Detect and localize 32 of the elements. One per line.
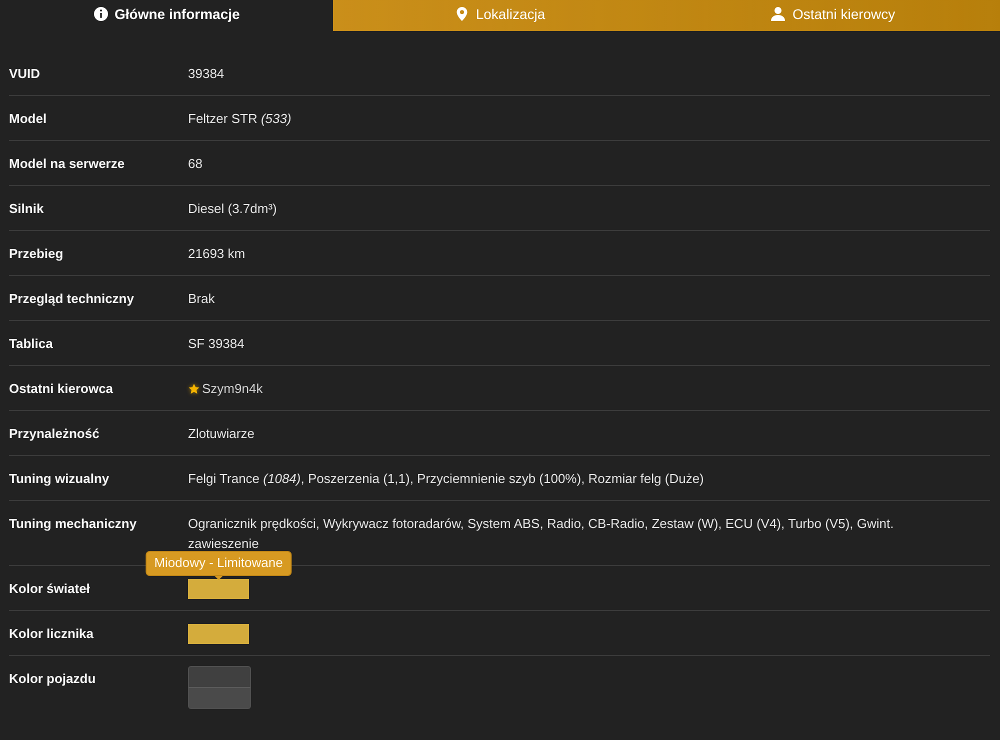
field-label: Kolor pojazdu — [9, 670, 97, 688]
field-value: Felgi Trance (1084), Poszerzenia (1,1), Przyciemnienie szyb (100%), Rozmiar felg (Duże) — [188, 470, 705, 488]
tab[interactable]: Ostatni kierowcy — [666, 0, 1000, 31]
field-value: Diesel (3.7dm³) — [188, 200, 278, 218]
field-label: Przynależność — [9, 425, 100, 443]
field-label: Kolor licznika — [9, 625, 95, 643]
field-value: 68 — [188, 155, 204, 173]
field-value: Feltzer STR (533) — [188, 110, 292, 128]
field-label: VUID — [9, 65, 42, 83]
driver-name: Szym9n4k — [202, 380, 263, 398]
info-icon — [94, 7, 108, 21]
location-pin-icon — [454, 7, 469, 21]
field-label: Model na serwerze — [9, 155, 126, 173]
person-icon — [771, 7, 786, 21]
tooltip: Miodowy - Limitowane — [145, 551, 292, 576]
field-label: Tablica — [9, 335, 54, 353]
field-value: Brak — [188, 290, 216, 308]
field-value: SF 39384 — [188, 335, 246, 353]
field-value: 21693 km — [188, 245, 246, 263]
field-value: Ogranicznik prędkości, Wykrywacz fotoradarów, System ABS, Radio, CB-Radio, Zestaw (W), ECU (V4), Turbo (V5), Gwint. zawieszenie — [188, 515, 895, 553]
tooltip-pointer-icon — [214, 576, 222, 580]
field-label: Tuning mechaniczny — [9, 515, 138, 533]
field-label: Ostatni kierowca — [9, 380, 114, 398]
field-label: Tuning wizualny — [9, 470, 110, 488]
tab[interactable]: Lokalizacja — [333, 0, 667, 31]
field-label: Kolor świateł — [9, 580, 91, 598]
field-value: 39384 — [188, 65, 226, 83]
field-value: Zlotuwiarze — [188, 425, 256, 443]
field-label: Model — [9, 110, 48, 128]
field-label: Przebieg — [9, 245, 64, 263]
field-label: Silnik — [9, 200, 45, 218]
field-label: Przegląd techniczny — [9, 290, 135, 308]
